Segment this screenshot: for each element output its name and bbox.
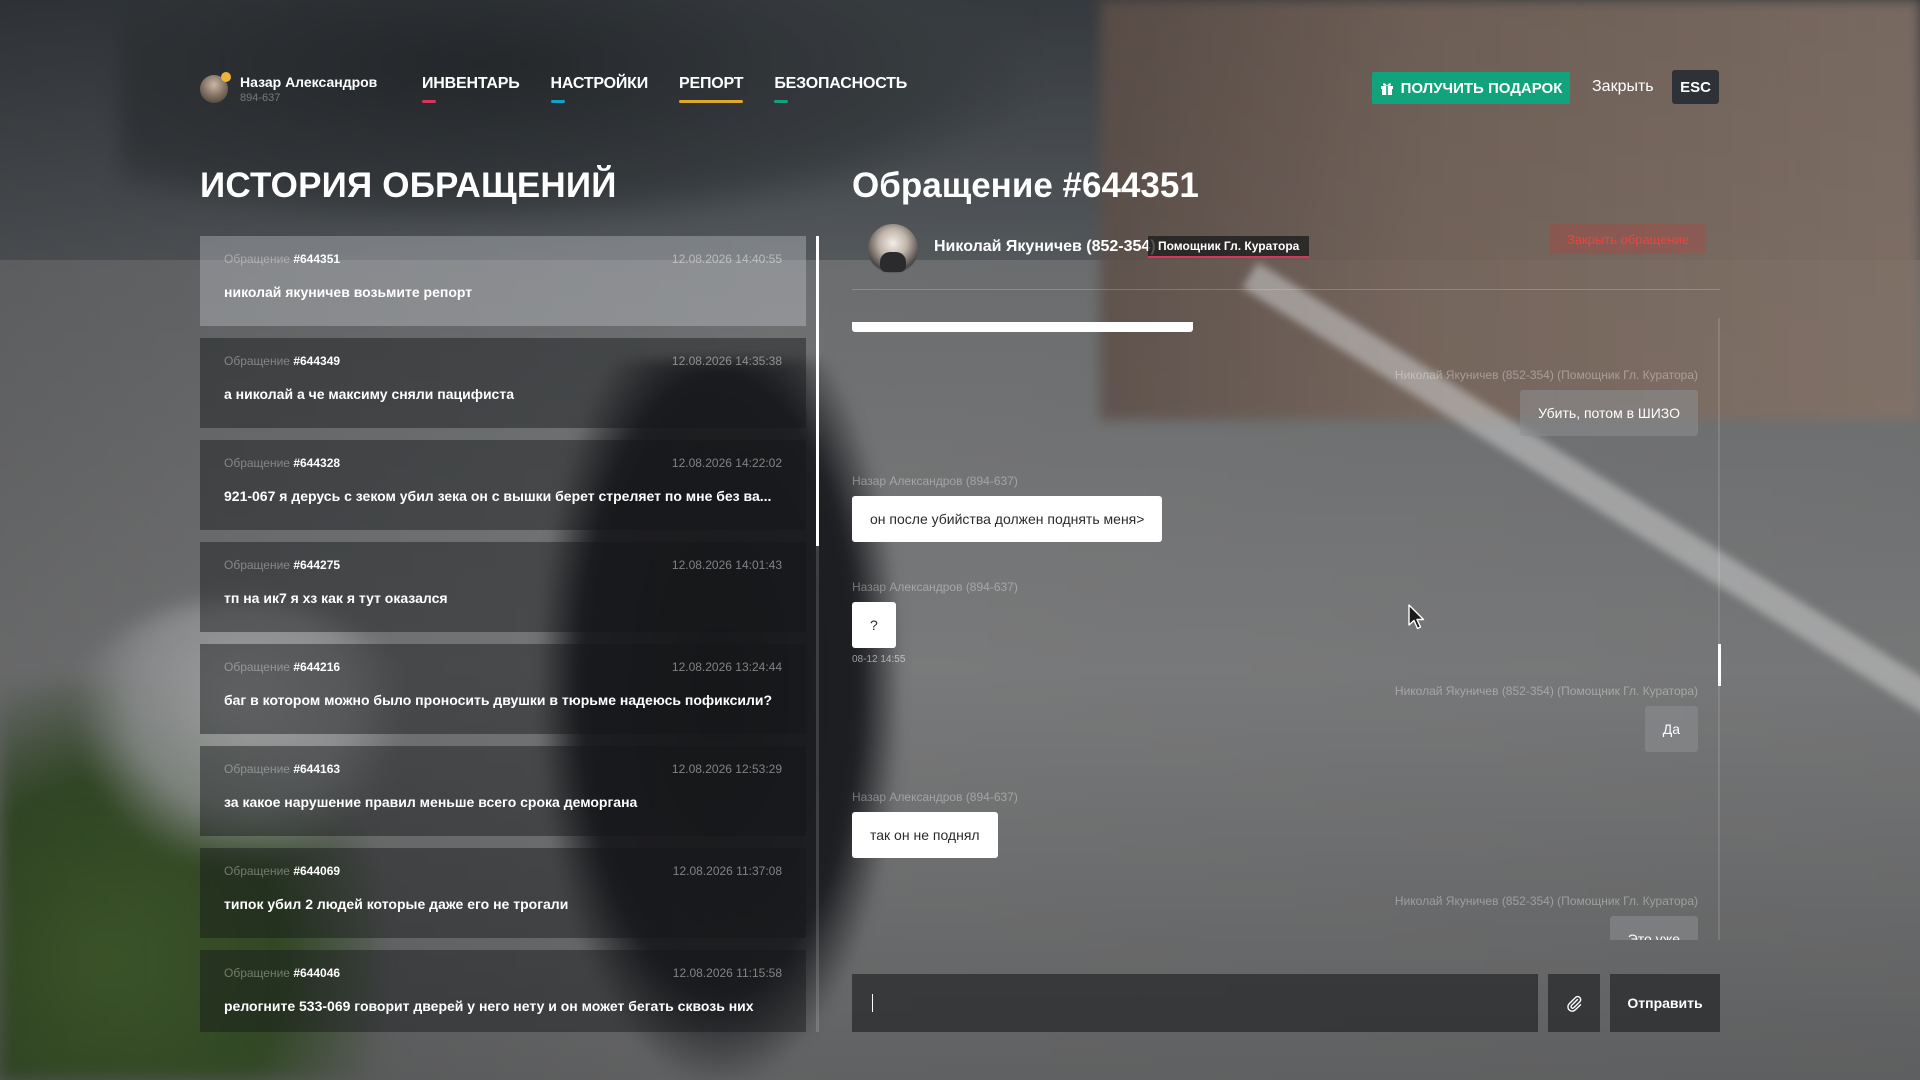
close-ticket-button[interactable]: Закрыть обращение — [1550, 224, 1706, 254]
esc-button[interactable]: ESC — [1672, 70, 1719, 104]
list-item[interactable]: Обращение #644349 12.08.2026 14:35:38 а н… — [200, 338, 806, 428]
message-author: Николай Якуничев (852-354) (Помощник Гл.… — [1394, 894, 1698, 908]
message-bubble: Убить, потом в ШИЗО — [1520, 390, 1698, 436]
chat-message: Назар Александров (894-637) он после уби… — [852, 474, 1163, 542]
ticket-history-list: Обращение #644351 12.08.2026 14:40:55 ник… — [200, 236, 806, 1032]
list-item[interactable]: Обращение #644163 12.08.2026 12:53:29 за … — [200, 746, 806, 836]
main-nav: ИНВЕНТАРЬ НАСТРОЙКИ РЕПОРТ БЕЗОПАСНОСТЬ — [422, 75, 907, 103]
tab-settings[interactable]: НАСТРОЙКИ — [550, 75, 648, 103]
chat-message: Назар Александров (894-637) ? 08-12 14:5… — [852, 580, 1018, 665]
player-id: 894-637 — [240, 92, 281, 104]
admin-avatar — [868, 224, 918, 274]
message-bubble: так он не поднял — [852, 812, 998, 858]
message-author: Николай Якуничев (852-354) (Помощник Гл.… — [1394, 684, 1698, 698]
chat-messages: Николай Якуничев (852-354) (Помощник Гл.… — [852, 318, 1712, 940]
chat-message: Николай Якуничев (852-354) (Помощник Гл.… — [1395, 368, 1698, 436]
message-input[interactable] — [852, 974, 1538, 1032]
message-author: Николай Якуничев (852-354) (Помощник Гл.… — [1394, 368, 1698, 382]
chat-message: Назар Александров (894-637) так он не по… — [852, 790, 1018, 858]
list-item[interactable]: Обращение #644328 12.08.2026 14:22:02 921… — [200, 440, 806, 530]
chat-message: Николай Якуничев (852-354) (Помощник Гл.… — [1395, 894, 1698, 940]
get-gift-label: ПОЛУЧИТЬ ПОДАРОК — [1400, 79, 1563, 97]
player-name: Назар Александров — [240, 74, 378, 90]
tab-inventory[interactable]: ИНВЕНТАРЬ — [422, 75, 520, 103]
send-button[interactable]: Отправить — [1610, 974, 1720, 1032]
admin-role-badge: Помощник Гл. Куратора — [1148, 236, 1310, 258]
message-bubble: Это уже — [1609, 916, 1698, 940]
player-profile: Назар Александров 894-637 — [200, 72, 378, 104]
message-bubble: ? — [852, 602, 896, 648]
message-time: 08-12 14:55 — [852, 654, 906, 665]
chat-message: Николай Якуничев (852-354) (Помощник Гл.… — [1395, 684, 1698, 752]
message-composer: Отправить — [852, 974, 1720, 1032]
mouse-cursor-icon — [1408, 604, 1425, 630]
chat-scroll-thumb[interactable] — [1718, 644, 1721, 686]
list-item[interactable]: Обращение #644216 12.08.2026 13:24:44 баг… — [200, 644, 806, 734]
chat-top-bar — [852, 322, 1193, 332]
ticket-title: Обращение #644351 — [852, 166, 1199, 205]
paperclip-icon — [1567, 995, 1582, 1012]
message-bubble: он после убийства должен поднять меня> — [852, 496, 1163, 542]
chat-scrollbar[interactable] — [1718, 318, 1721, 940]
list-item[interactable]: Обращение #644069 12.08.2026 11:37:08 тип… — [200, 848, 806, 938]
text-caret — [872, 994, 873, 1012]
history-scroll-thumb[interactable] — [816, 236, 819, 546]
message-bubble: Да — [1644, 706, 1698, 752]
list-item[interactable]: Обращение #644351 12.08.2026 14:40:55 ник… — [200, 236, 806, 326]
message-author: Назар Александров (894-637) — [852, 474, 1018, 488]
history-scrollbar[interactable] — [816, 236, 819, 1032]
avatar — [200, 72, 231, 103]
get-gift-button[interactable]: ПОЛУЧИТЬ ПОДАРОК — [1372, 72, 1570, 104]
close-menu-link[interactable]: Закрыть — [1592, 78, 1654, 96]
notification-dot — [221, 72, 231, 82]
history-title: ИСТОРИЯ ОБРАЩЕНИЙ — [200, 166, 617, 205]
ticket-header: Николай Якуничев (852-354) Помощник Гл. … — [852, 222, 1720, 290]
message-author: Назар Александров (894-637) — [852, 580, 1018, 594]
list-item[interactable]: Обращение #644046 12.08.2026 11:15:58 рел… — [200, 950, 806, 1032]
message-author: Назар Александров (894-637) — [852, 790, 1018, 804]
list-item[interactable]: Обращение #644275 12.08.2026 14:01:43 тп … — [200, 542, 806, 632]
tab-security[interactable]: БЕЗОПАСНОСТЬ — [774, 75, 907, 103]
admin-name: Николай Якуничев (852-354) — [934, 238, 1156, 255]
gift-icon — [1380, 83, 1393, 95]
tab-report[interactable]: РЕПОРТ — [679, 75, 744, 103]
attach-button[interactable] — [1548, 974, 1600, 1032]
